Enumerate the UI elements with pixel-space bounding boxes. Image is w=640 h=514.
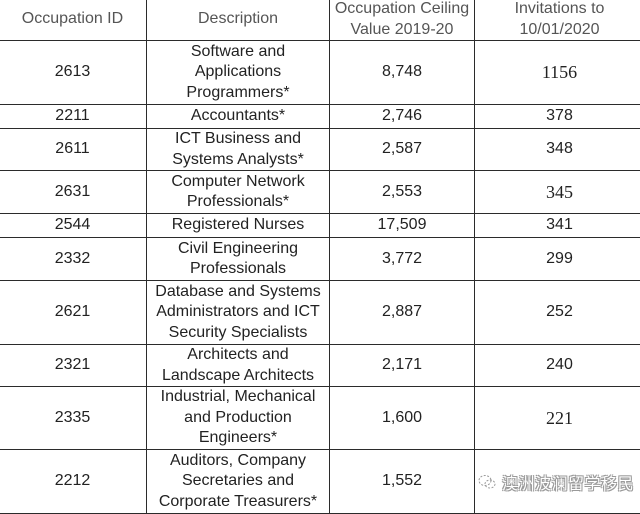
occupation-id-cell: 2613 — [0, 41, 147, 105]
occupation-id-cell: 2611 — [0, 129, 147, 171]
occupation-id-cell: 2321 — [0, 345, 147, 387]
ceiling-cell: 2,887 — [330, 281, 475, 345]
description-cell: Architects and Landscape Architects — [147, 345, 330, 387]
invitations-cell: 348 — [475, 129, 640, 171]
ceiling-cell: 2,553 — [330, 171, 475, 214]
occupation-id-cell: 2211 — [0, 105, 147, 129]
description-cell: ICT Business and Systems Analysts* — [147, 129, 330, 171]
header-ceiling-value: Occupation Ceiling Value 2019-20 — [330, 0, 475, 41]
description-cell: Registered Nurses — [147, 214, 330, 238]
table-row: 2631 Computer Network Professionals* 2,5… — [0, 171, 640, 214]
occupation-id-cell: 2631 — [0, 171, 147, 214]
occupation-id-cell: 2332 — [0, 238, 147, 281]
watermark-text: 澳洲波澜留学移民 — [502, 470, 634, 494]
ceiling-cell: 2,746 — [330, 105, 475, 129]
ceiling-cell: 8,748 — [330, 41, 475, 105]
table-row: 2613 Software and Applications Programme… — [0, 41, 640, 105]
header-occupation-id: Occupation ID — [0, 0, 147, 41]
header-row: Occupation ID Description Occupation Cei… — [0, 0, 640, 41]
table-row: 2321 Architects and Landscape Architects… — [0, 345, 640, 387]
table-row: 2211 Accountants* 2,746 378 — [0, 105, 640, 129]
header-invitations: Invitations to 10/01/2020 — [475, 0, 640, 41]
invitations-cell: 252 — [475, 281, 640, 345]
description-cell: Accountants* — [147, 105, 330, 129]
description-cell: Software and Applications Programmers* — [147, 41, 330, 105]
description-cell: Auditors, Company Secretaries and Corpor… — [147, 450, 330, 514]
invitations-cell: 299 — [475, 238, 640, 281]
watermark: 澳洲波澜留学移民 — [478, 470, 634, 494]
ceiling-cell: 3,772 — [330, 238, 475, 281]
description-cell: Database and Systems Administrators and … — [147, 281, 330, 345]
invitations-cell: 1156 — [475, 41, 640, 105]
occupation-id-cell: 2544 — [0, 214, 147, 238]
table-row: 2611 ICT Business and Systems Analysts* … — [0, 129, 640, 171]
description-cell: Computer Network Professionals* — [147, 171, 330, 214]
invitations-cell: 345 — [475, 171, 640, 214]
header-description: Description — [147, 0, 330, 41]
occupation-id-cell: 2212 — [0, 450, 147, 514]
description-cell: Civil Engineering Professionals — [147, 238, 330, 281]
invitations-cell: 378 — [475, 105, 640, 129]
description-cell: Industrial, Mechanical and Production En… — [147, 387, 330, 450]
ceiling-cell: 2,171 — [330, 345, 475, 387]
ceiling-cell: 17,509 — [330, 214, 475, 238]
table-row: 2335 Industrial, Mechanical and Producti… — [0, 387, 640, 450]
occupation-id-cell: 2335 — [0, 387, 147, 450]
invitations-cell: 341 — [475, 214, 640, 238]
occupation-table: Occupation ID Description Occupation Cei… — [0, 0, 640, 514]
ceiling-cell: 2,587 — [330, 129, 475, 171]
ceiling-cell: 1,600 — [330, 387, 475, 450]
occupation-id-cell: 2621 — [0, 281, 147, 345]
table-row: 2332 Civil Engineering Professionals 3,7… — [0, 238, 640, 281]
invitations-cell: 221 — [475, 387, 640, 450]
table-row: 2544 Registered Nurses 17,509 341 — [0, 214, 640, 238]
ceiling-cell: 1,552 — [330, 450, 475, 514]
invitations-cell: 240 — [475, 345, 640, 387]
wechat-icon — [478, 474, 496, 490]
table-row: 2621 Database and Systems Administrators… — [0, 281, 640, 345]
